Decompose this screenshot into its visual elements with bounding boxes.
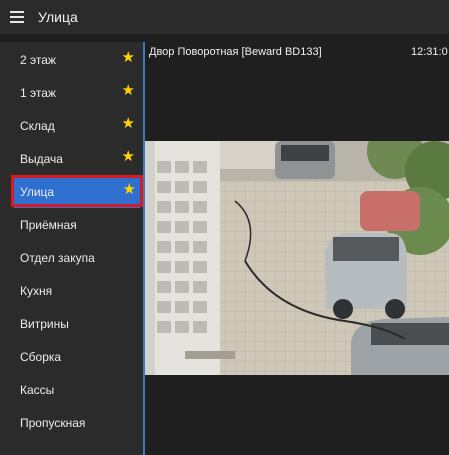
sidebar-item-checkpoint[interactable]: Пропускная [0,407,143,439]
sidebar-item-showcases[interactable]: Витрины [0,308,143,340]
sidebar-item-label: Склад [20,119,55,133]
star-icon[interactable]: ★ [122,83,135,99]
sidebar-item-warehouse[interactable]: Склад ★ [0,110,143,142]
camera-frame-image [145,141,449,375]
hamburger-menu-icon[interactable] [10,10,26,24]
app-window: Улица 2 этаж ★ 1 этаж ★ Склад ★ Выдача ★… [0,0,449,455]
camera-panel: Двор Поворотная [Beward BD133] 12:31:0 [145,34,449,455]
sidebar-item-label: Кассы [20,383,55,397]
star-icon[interactable]: ★ [122,50,135,66]
sidebar-item-purchasing[interactable]: Отдел закупа [0,242,143,274]
sidebar-item-assembly[interactable]: Сборка [0,341,143,373]
title-bar: Улица [0,0,449,34]
sidebar-item-label: 1 этаж [20,86,56,100]
camera-name: Двор Поворотная [Beward BD133] [149,46,322,58]
star-icon[interactable]: ★ [123,182,136,198]
sidebar-item-label: Витрины [20,317,69,331]
sidebar-item-label: Кухня [20,284,53,298]
sidebar-item-label: Отдел закупа [20,251,95,265]
sidebar-item-label: Пропускная [20,416,86,430]
app-title: Улица [38,9,78,25]
sidebar-item-label: Сборка [20,350,62,364]
sidebar-item-reception[interactable]: Приёмная [0,209,143,241]
camera-video-feed[interactable] [145,141,449,375]
sidebar-item-kitchen[interactable]: Кухня [0,275,143,307]
star-icon[interactable]: ★ [122,116,135,132]
sidebar-item-label: Приёмная [20,218,77,232]
star-icon[interactable]: ★ [122,149,135,165]
sidebar-item-1-floor[interactable]: 1 этаж ★ [0,77,143,109]
sidebar-item-cashiers[interactable]: Кассы [0,374,143,406]
sidebar-item-street[interactable]: Улица ★ [14,176,140,208]
sidebar-item-pickup[interactable]: Выдача ★ [0,143,143,175]
sidebar-item-label: Выдача [20,152,63,166]
sidebar-item-2-floor[interactable]: 2 этаж ★ [0,44,143,76]
camera-time: 12:31:0 [411,46,448,58]
sidebar-item-label: 2 этаж [20,53,56,67]
sidebar-item-label: Улица [20,185,55,199]
sidebar: 2 этаж ★ 1 этаж ★ Склад ★ Выдача ★ Улица… [0,42,143,455]
